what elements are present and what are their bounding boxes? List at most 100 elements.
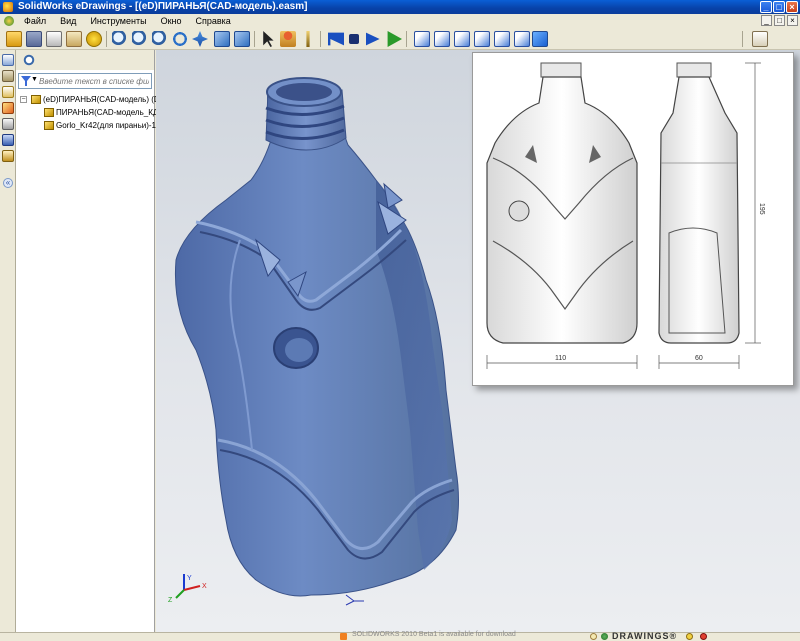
graphics-viewport[interactable]: Y X Z 110 60 195 <box>156 50 800 632</box>
pan-icon[interactable] <box>192 31 208 47</box>
first-frame-icon[interactable] <box>328 32 344 46</box>
title-bar: SolidWorks eDrawings - [(eD)ПИРАНЬЯ(CAD-… <box>0 0 800 14</box>
stamp-tab-icon[interactable] <box>2 150 14 162</box>
open-icon[interactable] <box>6 31 22 47</box>
print-icon[interactable] <box>46 31 62 47</box>
edrawings-app-icon <box>3 2 13 12</box>
menu-file[interactable]: Файл <box>17 16 53 26</box>
filter-input[interactable] <box>39 75 149 87</box>
zoom-fit-icon[interactable] <box>112 31 128 47</box>
status-bar: SOLIDWORKS 2010 Beta1 is available for d… <box>0 631 800 641</box>
tree-node-part[interactable]: Gorlo_Kr42(для пираньи)-1 <box>16 119 156 132</box>
markup-tab-icon[interactable] <box>2 102 14 114</box>
document-icon[interactable] <box>4 16 14 26</box>
markup-icon[interactable] <box>752 31 768 47</box>
doc-close-button[interactable]: × <box>787 15 798 26</box>
mail-icon[interactable] <box>66 31 82 47</box>
left-view-icon[interactable] <box>454 31 470 47</box>
part-icon <box>44 121 54 130</box>
window-controls: _ □ × <box>760 1 798 13</box>
filter-icon[interactable] <box>21 76 31 86</box>
zoom-area-icon[interactable] <box>132 31 148 47</box>
axis-triad: Y X Z <box>168 574 207 604</box>
zoom-icon[interactable] <box>152 31 168 47</box>
components-tab-icon[interactable] <box>2 54 14 66</box>
collapse-icon[interactable]: − <box>20 96 27 103</box>
front-view-icon[interactable] <box>414 31 430 47</box>
dimension-depth: 60 <box>695 355 703 362</box>
part-icon <box>44 108 54 117</box>
bottom-view-icon[interactable] <box>514 31 530 47</box>
isometric-view-icon[interactable] <box>532 31 548 47</box>
front-view-drawing: 110 <box>486 62 638 369</box>
document-controls: _ □ × <box>761 15 798 26</box>
tree-node-label: ПИРАНЬЯ(CAD-модель_КД) <box>56 108 161 117</box>
doc-restore-button[interactable]: □ <box>774 15 785 26</box>
handle-hole-inner <box>285 338 313 362</box>
select-arrow-icon[interactable] <box>263 31 274 47</box>
measure-icon[interactable] <box>306 31 310 47</box>
tree-filter: ▼ <box>18 73 152 89</box>
side-tab-strip: « <box>0 50 16 632</box>
pencil-icon[interactable] <box>686 633 693 640</box>
stop-markup-icon[interactable] <box>700 633 707 640</box>
menu-view[interactable]: Вид <box>53 16 83 26</box>
rss-feed-icon[interactable] <box>340 633 347 640</box>
bottle-drawing: 110 60 195 <box>486 62 765 369</box>
side-view-drawing: 60 195 <box>658 62 765 369</box>
expand-pane-button[interactable]: « <box>3 178 13 188</box>
dimension-width: 110 <box>555 355 566 362</box>
status-message[interactable]: SOLIDWORKS 2010 Beta1 is available for d… <box>352 631 516 638</box>
show-hide-icon[interactable] <box>22 53 36 67</box>
menu-bar: Файл Вид Инструменты Окно Справка _ □ × <box>0 14 800 28</box>
close-button[interactable]: × <box>786 1 798 13</box>
tree-node-label: Gorlo_Kr42(для пираньи)-1 <box>56 121 156 130</box>
component-tree: − (eD)ПИРАНЬЯ(CAD-модель) (Def ПИРАНЬЯ(C… <box>16 93 166 132</box>
filter-dropdown-icon[interactable]: ▼ <box>31 76 38 83</box>
save-icon[interactable] <box>26 31 42 47</box>
toolbar-separator <box>254 31 255 47</box>
rotate-icon[interactable] <box>172 31 188 47</box>
toolbar-separator <box>106 31 107 47</box>
assembly-icon <box>31 95 41 104</box>
toolbar-separator <box>406 31 407 47</box>
drawing-sheet[interactable]: 110 60 195 <box>472 52 794 386</box>
minimize-button[interactable]: _ <box>760 1 772 13</box>
maximize-button[interactable]: □ <box>773 1 785 13</box>
view-cube-icon[interactable] <box>214 31 230 47</box>
edrawings-logo-icon <box>601 633 608 640</box>
right-view-icon[interactable] <box>474 31 490 47</box>
walkthrough-icon[interactable] <box>280 31 296 47</box>
help-icon[interactable] <box>86 31 102 47</box>
measure-tab-icon[interactable] <box>2 118 14 130</box>
sheets-tab-icon[interactable] <box>2 70 14 82</box>
main-toolbar <box>0 28 800 50</box>
stop-icon[interactable] <box>349 34 359 44</box>
menu-help[interactable]: Справка <box>188 16 237 26</box>
dimension-height: 195 <box>758 203 765 215</box>
tree-node-label: (eD)ПИРАНЬЯ(CAD-модель) (Def <box>43 95 167 104</box>
doc-minimize-button[interactable]: _ <box>761 15 772 26</box>
axis-label-y: Y <box>187 575 192 582</box>
menu-window[interactable]: Окно <box>154 16 189 26</box>
bottle-mouth-inner <box>276 83 332 101</box>
tree-node-root[interactable]: − (eD)ПИРАНЬЯ(CAD-модель) (Def <box>16 93 166 106</box>
toolbar-separator <box>320 31 321 47</box>
configurations-tab-icon[interactable] <box>2 86 14 98</box>
next-frame-icon[interactable] <box>366 32 380 46</box>
window-title: SolidWorks eDrawings - [(eD)ПИРАНЬЯ(CAD-… <box>18 1 308 12</box>
section-tab-icon[interactable] <box>2 134 14 146</box>
axis-label-x: X <box>202 583 207 590</box>
back-view-icon[interactable] <box>434 31 450 47</box>
markup-status-icon[interactable] <box>590 633 597 640</box>
shaded-icon[interactable] <box>234 31 250 47</box>
axis-label-z: Z <box>168 597 173 604</box>
menu-tools[interactable]: Инструменты <box>83 16 153 26</box>
tree-node-part[interactable]: ПИРАНЬЯ(CAD-модель_КД) <box>16 106 161 119</box>
top-view-icon[interactable] <box>494 31 510 47</box>
component-tree-pane: ▼ − (eD)ПИРАНЬЯ(CAD-модель) (Def ПИРАНЬЯ… <box>16 50 166 632</box>
toolbar-separator <box>742 31 743 47</box>
play-icon[interactable] <box>387 31 402 47</box>
tree-toolbar <box>16 50 154 70</box>
origin-marker-icon <box>345 594 364 606</box>
